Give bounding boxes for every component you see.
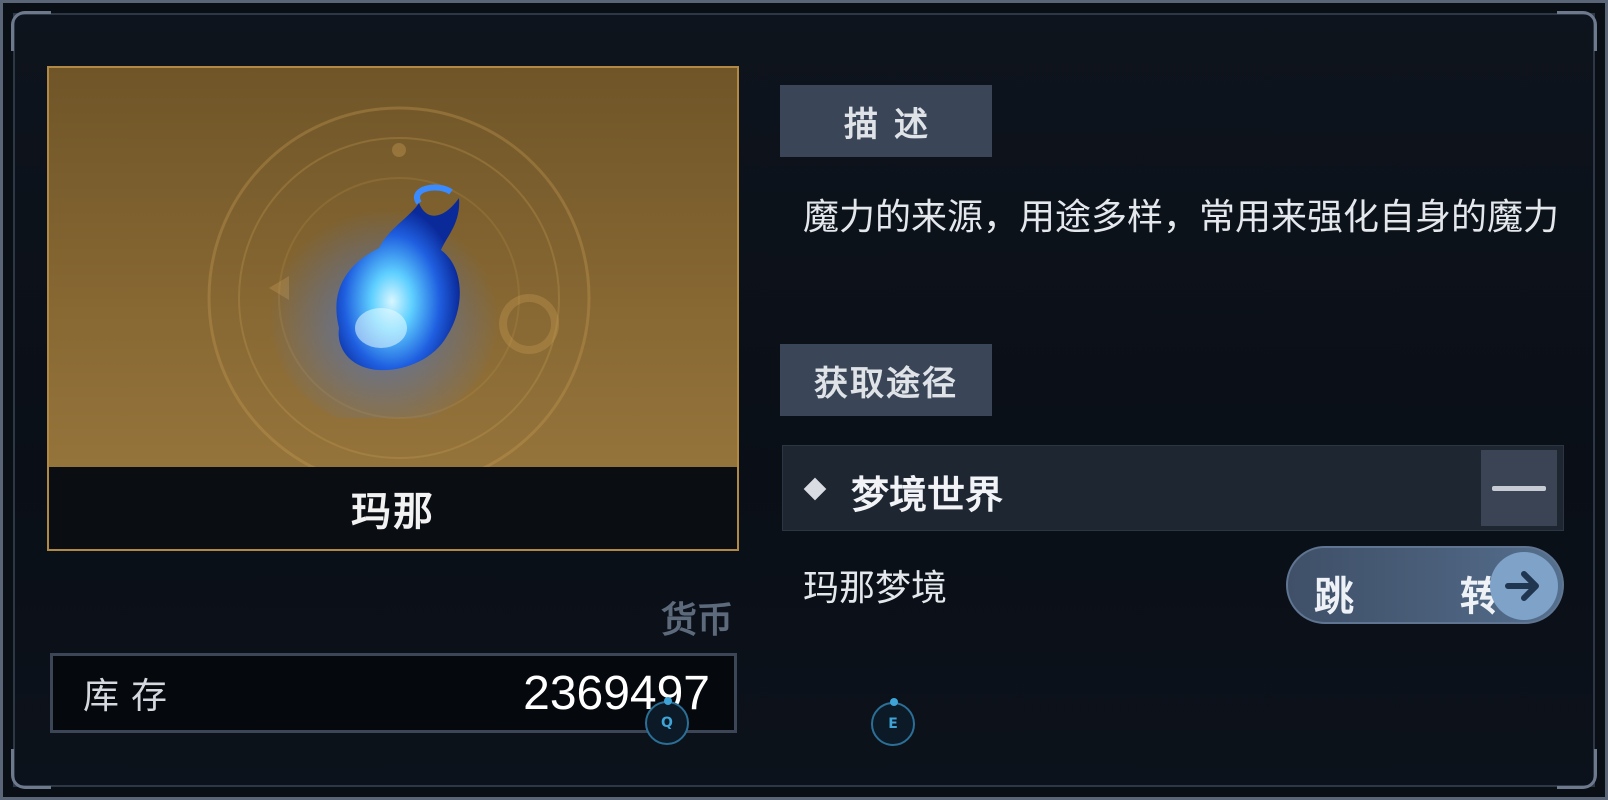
collapse-button[interactable] xyxy=(1481,450,1557,526)
item-preview-card: 玛那 xyxy=(47,66,739,551)
item-detail-panel: 玛那 货币 库存 2369497 描述 魔力的来源，用途多样，常用来强化自身的魔… xyxy=(0,0,1608,800)
stock-display: 库存 2369497 xyxy=(50,653,737,733)
tab-acquisition: 获取途径 xyxy=(780,344,992,416)
frame-corner xyxy=(11,11,51,51)
description-text: 魔力的来源，用途多样，常用来强化自身的魔力 xyxy=(803,197,1560,238)
jump-button[interactable]: 跳 转 xyxy=(1286,546,1564,624)
blue-flame-orb-icon xyxy=(269,184,499,418)
frame-corner xyxy=(1557,749,1597,789)
frame-corner xyxy=(11,749,51,789)
frame-corner xyxy=(1557,11,1597,51)
key-hint-q[interactable]: Q xyxy=(645,697,689,745)
tab-description: 描述 xyxy=(780,85,992,157)
source-item-label: 玛那梦境 xyxy=(803,568,948,609)
key-hint-e[interactable]: E xyxy=(871,698,915,746)
item-name: 玛那 xyxy=(49,467,737,549)
stock-label: 库存 xyxy=(83,676,180,717)
item-category: 货币 xyxy=(660,600,733,641)
source-group-dream-world[interactable]: 梦境世界 xyxy=(782,445,1564,531)
diamond-bullet-icon xyxy=(803,477,827,501)
source-group-label: 梦境世界 xyxy=(851,473,1004,517)
minus-icon xyxy=(1492,485,1546,491)
arrow-right-icon xyxy=(1490,552,1558,620)
